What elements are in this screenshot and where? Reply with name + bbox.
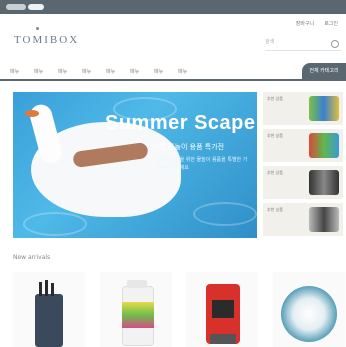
cart-link[interactable]: 장바구니 (296, 20, 314, 27)
top-bar-pill[interactable] (6, 4, 26, 10)
side-promo[interactable]: 추천 상품 (263, 203, 343, 236)
water-ripple (193, 202, 257, 226)
top-links: 장바구니 로그인 (296, 20, 338, 27)
side-promo[interactable]: 추천 상품 (263, 129, 343, 162)
side-promo-label: 추천 상품 (267, 133, 283, 138)
logo-mark-icon (36, 27, 39, 30)
search-icon[interactable] (331, 40, 339, 48)
main-nav: 메뉴 메뉴 메뉴 메뉴 메뉴 메뉴 메뉴 메뉴 전체 카테고리 (0, 63, 346, 81)
nav-item[interactable]: 메뉴 (154, 68, 163, 75)
section-title: New arrivals (13, 254, 51, 261)
side-promo[interactable]: 추천 상품 (263, 92, 343, 125)
knife-block-icon (35, 294, 63, 347)
swan-beak-image (25, 110, 39, 117)
product-thumbnail-icon (309, 133, 339, 158)
banner-subtitle: 여름 물놀이 용품 특가전 (153, 143, 225, 151)
banner-description: 시원한 여름을 위한 물놀이 용품을 특별한 가격에 만나보세요 (155, 157, 248, 171)
top-bar-pill[interactable] (28, 4, 44, 10)
side-promo-label: 추천 상품 (267, 170, 283, 175)
nav-item[interactable]: 메뉴 (82, 68, 91, 75)
login-link[interactable]: 로그인 (324, 20, 338, 27)
water-ripple (23, 212, 87, 236)
side-promo-label: 추천 상품 (267, 207, 283, 212)
product-thumbnail-icon (309, 96, 339, 121)
nav-item[interactable]: 메뉴 (10, 68, 19, 75)
brand-logo[interactable]: TOMIBOX (14, 34, 79, 46)
nav-item[interactable]: 메뉴 (178, 68, 187, 75)
product-card[interactable] (100, 272, 172, 347)
search-placeholder: 검색 (265, 39, 275, 45)
product-card[interactable] (273, 272, 345, 347)
product-thumbnail-icon (309, 170, 339, 195)
patterned-plate-icon (281, 286, 337, 342)
top-bar (0, 0, 346, 14)
side-promo[interactable]: 추천 상품 (263, 166, 343, 199)
product-thumbnail-icon (309, 207, 339, 232)
nav-item[interactable]: 메뉴 (34, 68, 43, 75)
nav-item[interactable]: 메뉴 (106, 68, 115, 75)
product-card[interactable] (13, 272, 85, 347)
all-categories-button[interactable]: 전체 카테고리 (302, 63, 346, 79)
product-card[interactable] (186, 272, 258, 347)
search-input[interactable]: 검색 (265, 38, 341, 51)
nav-item[interactable]: 메뉴 (130, 68, 139, 75)
hero-banner[interactable]: Summer Scape 여름 물놀이 용품 특가전 시원한 여름을 위한 물놀… (13, 92, 257, 238)
side-promo-label: 추천 상품 (267, 96, 283, 101)
banner-title: Summer Scape (105, 112, 256, 134)
nav-item[interactable]: 메뉴 (58, 68, 67, 75)
